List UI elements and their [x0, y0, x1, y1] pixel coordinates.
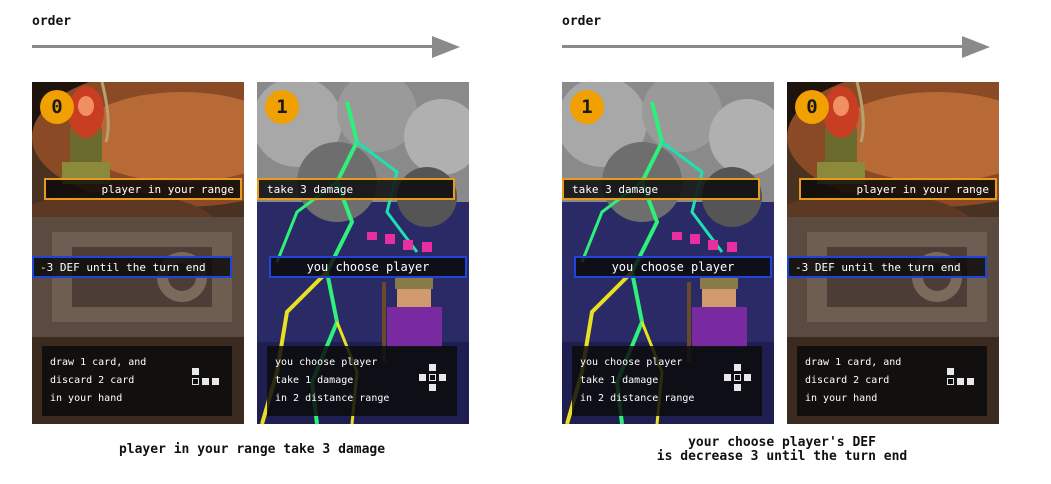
range-condition-box: player in your range: [44, 178, 242, 200]
effect-text-box: you choose player take 1 damage in 2 dis…: [267, 346, 457, 416]
order-badge: 0: [795, 90, 829, 124]
choose-player-box: you choose player: [574, 256, 772, 278]
order-badge: 0: [40, 90, 74, 124]
def-effect-box: -3 DEF until the turn end: [787, 256, 987, 278]
order-arrow-icon: [562, 36, 990, 58]
effect-line: in your hand: [805, 393, 878, 404]
effect-line: in your hand: [50, 393, 123, 404]
def-effect-box: -3 DEF until the turn end: [32, 256, 232, 278]
damage-condition-box: take 3 damage: [257, 178, 455, 200]
order-badge: 1: [570, 90, 604, 124]
damage-condition-box: take 3 damage: [562, 178, 760, 200]
caption-line: player in your range take 3 damage: [118, 442, 386, 457]
caption-line: your choose player's DEF: [688, 435, 876, 450]
range-cross-icon: [724, 364, 752, 392]
caption: player in your range take 3 damage: [32, 443, 472, 457]
effect-text-box: draw 1 card, and discard 2 card in your …: [42, 346, 232, 416]
range-line-icon: [192, 368, 222, 388]
caption: your choose player's DEF is decrease 3 u…: [562, 436, 1002, 464]
order-label: order: [32, 14, 72, 29]
card-slot-0[interactable]: 1 take 3 damage you choose player you ch…: [562, 82, 774, 424]
card-slot-1[interactable]: 1 take 3 damage you choose player you ch…: [257, 82, 469, 424]
caption-line: is decrease 3 until the turn end: [656, 449, 908, 464]
effect-text-box: you choose player take 1 damage in 2 dis…: [572, 346, 762, 416]
range-cross-icon: [419, 364, 447, 392]
order-label: order: [562, 14, 602, 29]
range-condition-box: player in your range: [799, 178, 997, 200]
card-slot-0[interactable]: 0 player in your range -3 DEF until the …: [32, 82, 244, 424]
order-arrow-icon: [32, 36, 460, 58]
order-badge: 1: [265, 90, 299, 124]
choose-player-box: you choose player: [269, 256, 467, 278]
effect-line: in 2 distance range: [275, 393, 390, 404]
effect-line: in 2 distance range: [580, 393, 695, 404]
range-line-icon: [947, 368, 977, 388]
effect-text-box: draw 1 card, and discard 2 card in your …: [797, 346, 987, 416]
card-slot-1[interactable]: 0 player in your range -3 DEF until the …: [787, 82, 999, 424]
